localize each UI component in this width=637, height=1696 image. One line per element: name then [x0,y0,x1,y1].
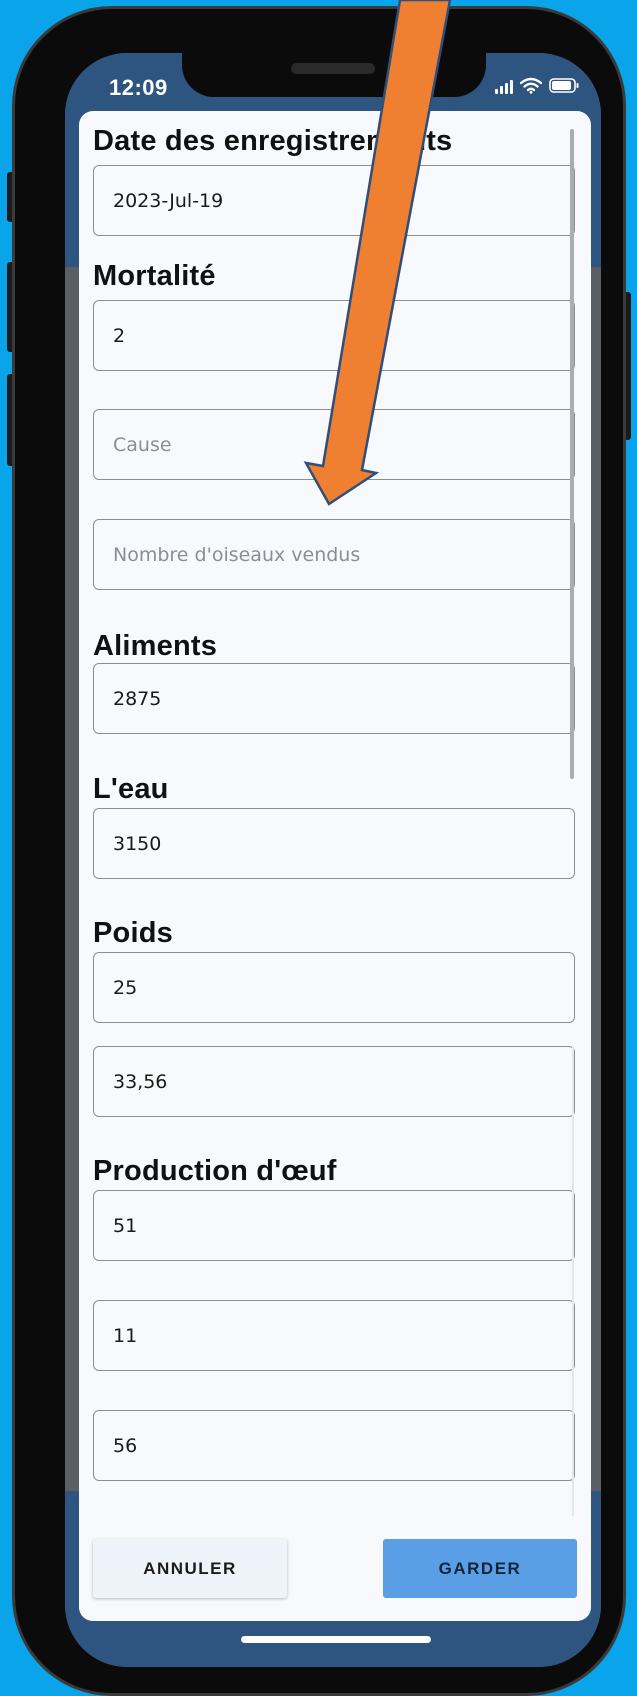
form-scrollbar[interactable] [570,129,574,779]
phone-frame: 12:09 Date des enregistrements 2023-Jul-… [12,6,626,1696]
egg-production-field-1[interactable]: 51 [93,1190,575,1261]
mortality-field[interactable]: 2 [93,300,575,371]
phone-notch [182,53,486,97]
dialog-footer: ANNULER GARDER [79,1521,591,1621]
form-scroll-track [572,1046,574,1516]
record-date-field[interactable]: 2023-Jul-19 [93,165,575,236]
weight-label: Poids [93,917,173,949]
water-label: L'eau [93,773,169,805]
daily-record-dialog: Date des enregistrements 2023-Jul-19 Mor… [79,111,591,1621]
speaker-grille [291,63,375,74]
home-indicator[interactable] [241,1636,431,1643]
save-button[interactable]: GARDER [383,1539,577,1598]
front-camera [407,59,426,78]
mortality-label: Mortalité [93,260,216,292]
battery-icon [549,78,579,93]
phone-screen: 12:09 Date des enregistrements 2023-Jul-… [65,53,601,1667]
egg-production-field-3[interactable]: 56 [93,1410,575,1481]
status-time: 12:09 [109,75,168,100]
record-form: Date des enregistrements 2023-Jul-19 Mor… [93,111,577,1521]
status-icons [495,77,579,94]
birds-sold-field[interactable]: Nombre d'oiseaux vendus [93,519,575,590]
weight-field-2[interactable]: 33,56 [93,1046,575,1117]
record-date-label: Date des enregistrements [93,125,453,157]
cancel-button[interactable]: ANNULER [93,1539,287,1598]
cellular-signal-icon [495,78,513,94]
cause-field[interactable]: Cause [93,409,575,480]
weight-field-1[interactable]: 25 [93,952,575,1023]
feed-field[interactable]: 2875 [93,663,575,734]
egg-production-field-2[interactable]: 11 [93,1300,575,1371]
egg-production-label: Production d'œuf [93,1155,337,1187]
water-field[interactable]: 3150 [93,808,575,879]
feed-label: Aliments [93,630,218,662]
wifi-icon [520,77,542,94]
